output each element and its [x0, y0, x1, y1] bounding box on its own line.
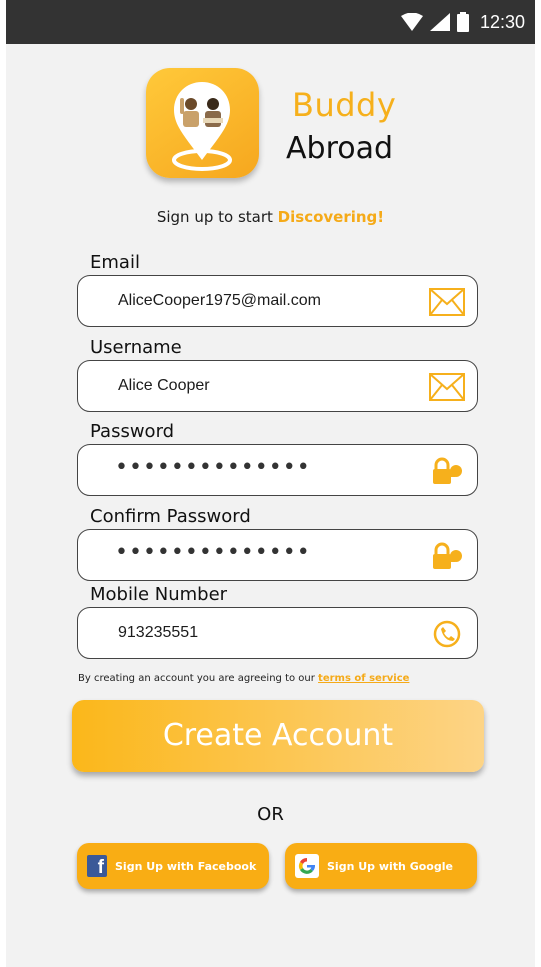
facebook-signup-label: Sign Up with Facebook [115, 859, 257, 873]
google-signup-label: Sign Up with Google [327, 859, 453, 873]
tagline-prefix: Sign up to start [156, 208, 278, 226]
password-field[interactable]: •••••••••••••• [77, 444, 478, 496]
username-label: Username [90, 337, 182, 358]
app-logo [146, 68, 259, 178]
create-account-button[interactable]: Create Account [72, 700, 484, 772]
username-field[interactable]: Alice Cooper [77, 360, 478, 412]
cell-signal-icon [429, 13, 450, 31]
brand-name-buddy: Buddy [292, 86, 397, 124]
envelope-icon [429, 373, 465, 401]
password-label: Password [90, 421, 175, 442]
email-value: AliceCooper1975@mail.com [118, 292, 321, 309]
mobile-number-label: Mobile Number [90, 584, 228, 605]
or-divider: OR [257, 804, 284, 825]
email-field[interactable]: AliceCooper1975@mail.com [77, 275, 478, 327]
tagline-accent: Discovering! [277, 208, 385, 226]
status-bar: 12:30 [6, 0, 535, 44]
wifi-icon [400, 13, 423, 31]
brand-name-abroad: Abroad [286, 131, 394, 166]
phone-icon [433, 620, 461, 648]
signup-tagline: Sign up to start Discovering! [6, 208, 535, 226]
confirm-password-label: Confirm Password [90, 506, 251, 527]
email-label: Email [90, 252, 140, 273]
facebook-signup-button[interactable]: f Sign Up with Facebook [77, 843, 269, 889]
password-value: •••••••••••••• [115, 455, 311, 480]
confirm-password-value: •••••••••••••• [115, 540, 311, 565]
mobile-number-value: 913235551 [118, 624, 199, 641]
status-icons: 12:30 [400, 10, 525, 34]
google-signup-button[interactable]: Sign Up with Google [285, 843, 477, 889]
lock-key-icon [433, 457, 462, 484]
mobile-number-field[interactable]: 913235551 [77, 607, 478, 659]
confirm-password-field[interactable]: •••••••••••••• [77, 529, 478, 581]
app-screen: 12:30 Buddy Abroad Sign up to start Disc… [6, 0, 535, 967]
terms-notice: By creating an account you are agreeing … [78, 673, 409, 684]
envelope-icon [429, 288, 465, 316]
facebook-icon: f [87, 855, 107, 877]
username-value: Alice Cooper [118, 377, 210, 394]
lock-key-icon [433, 542, 462, 569]
status-time: 12:30 [479, 11, 525, 32]
location-pin-travelers-icon [172, 82, 232, 171]
google-icon [295, 854, 319, 878]
battery-icon [456, 12, 469, 32]
terms-text: By creating an account you are agreeing … [78, 673, 319, 684]
terms-of-service-link[interactable]: terms of service [318, 673, 409, 684]
